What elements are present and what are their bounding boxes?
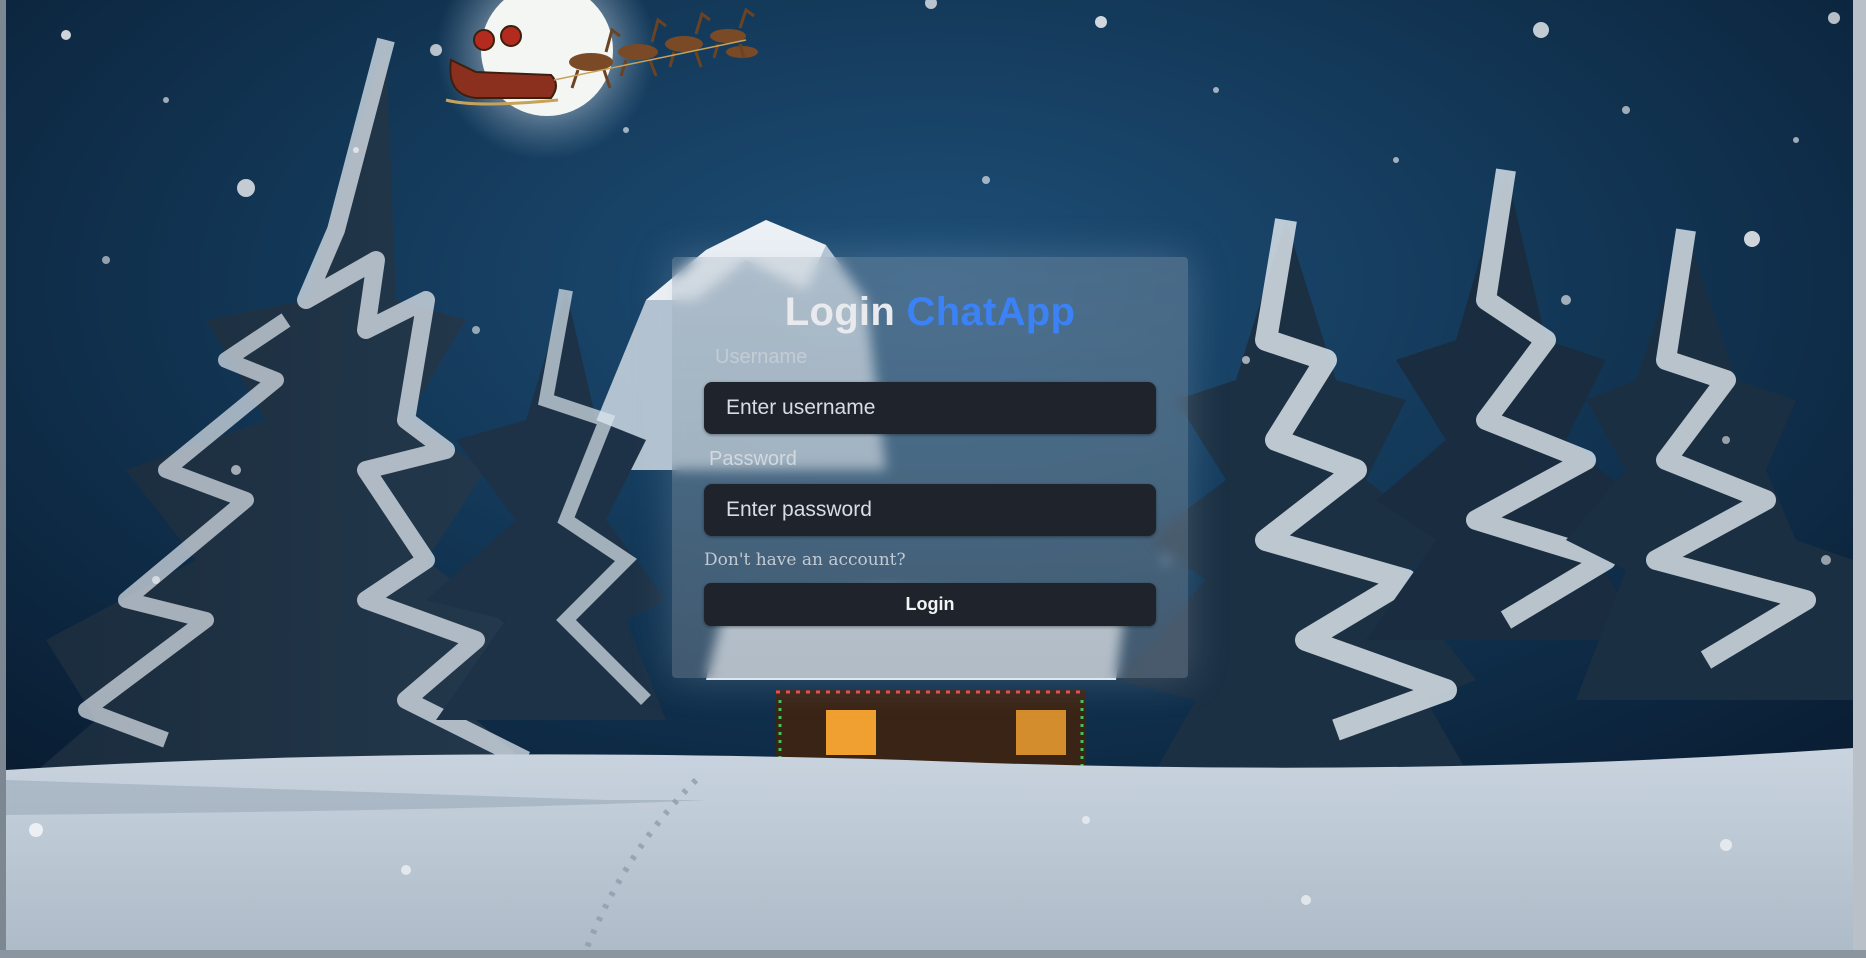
username-label: Username: [715, 346, 808, 368]
password-input[interactable]: [704, 484, 1156, 536]
window-bottom-edge: [0, 950, 1866, 958]
signup-link[interactable]: Don't have an account?: [704, 550, 1156, 570]
login-title: Login ChatApp: [704, 292, 1156, 332]
password-label: Password: [709, 448, 797, 470]
username-input[interactable]: [704, 382, 1156, 434]
login-title-text: Login: [784, 290, 896, 334]
window-right-edge: [1853, 0, 1866, 958]
login-form: Login ChatApp Username Password Don't ha…: [672, 257, 1188, 678]
login-button[interactable]: Login: [704, 583, 1156, 626]
brand-name: ChatApp: [906, 290, 1076, 334]
